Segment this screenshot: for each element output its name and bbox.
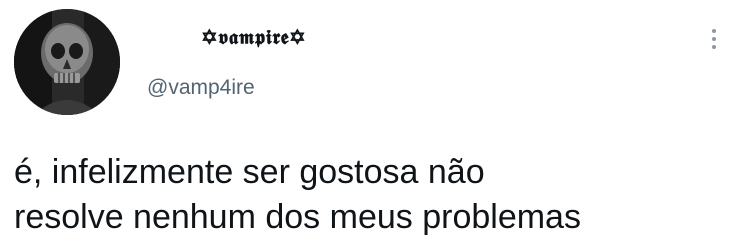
tweet-text: é, infelizmente ser gostosa não resolve … <box>14 150 744 240</box>
tweet-card: ✡𝖛𝖆𝖒𝖕𝖎𝖗𝖊✡ @vamp4ire é, infelizmente ser … <box>0 0 749 249</box>
more-vertical-icon[interactable] <box>706 26 722 56</box>
avatar[interactable] <box>14 9 120 115</box>
tweet-text-line: é, infelizmente ser gostosa não <box>14 153 485 191</box>
display-name[interactable]: ✡𝖛𝖆𝖒𝖕𝖎𝖗𝖊✡ <box>201 25 306 49</box>
skull-avatar-icon <box>14 9 120 115</box>
tweet-text-line: resolve nenhum dos meus problemas <box>14 198 581 236</box>
user-handle[interactable]: @vamp4ire <box>147 76 255 100</box>
